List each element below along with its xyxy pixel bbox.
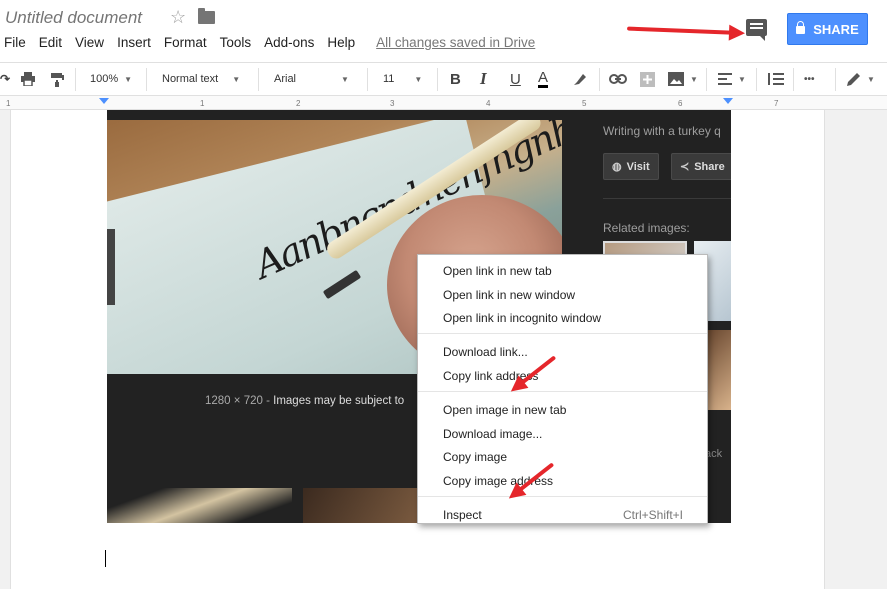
menu-download-link[interactable]: Download link... bbox=[443, 345, 528, 359]
link-icon[interactable] bbox=[609, 63, 627, 95]
text-color-label: A bbox=[538, 69, 549, 88]
bold-button[interactable]: B bbox=[450, 63, 461, 95]
ruler-number: 1 bbox=[200, 99, 205, 108]
menu-open-link-new-window[interactable]: Open link in new window bbox=[443, 288, 575, 302]
visit-label: Visit bbox=[626, 160, 650, 173]
menu-view[interactable]: View bbox=[75, 35, 104, 50]
share-icon: ≺ bbox=[680, 161, 690, 173]
right-indent-marker-icon[interactable] bbox=[723, 98, 733, 104]
panel-handle bbox=[107, 229, 115, 305]
print-icon[interactable] bbox=[20, 63, 36, 95]
bold-label: B bbox=[450, 70, 461, 88]
menu-open-link-incognito[interactable]: Open link in incognito window bbox=[443, 311, 601, 325]
caption-text: Images may be subject to bbox=[273, 395, 405, 407]
result-thumb bbox=[107, 488, 292, 523]
save-status[interactable]: All changes saved in Drive bbox=[376, 35, 535, 50]
google-docs-window: Untitled document ☆ File Edit View Inser… bbox=[0, 0, 887, 589]
caption-separator: - bbox=[266, 395, 270, 407]
zoom-select[interactable]: 100% ▼ bbox=[90, 63, 132, 95]
menu-open-image-new-tab[interactable]: Open image in new tab bbox=[443, 403, 566, 417]
inspect-shortcut: Ctrl+Shift+I bbox=[622, 508, 683, 522]
paint-format-icon[interactable] bbox=[50, 63, 64, 95]
italic-label: I bbox=[480, 69, 487, 88]
menu-inspect[interactable]: Inspect bbox=[443, 508, 482, 522]
ruler-number: 2 bbox=[296, 99, 301, 108]
menu-download-image[interactable]: Download image... bbox=[443, 427, 542, 441]
share-button-label: SHARE bbox=[813, 21, 859, 37]
context-menu: Open link in new tab Open link in new wi… bbox=[417, 254, 708, 524]
underline-label: U bbox=[510, 70, 521, 88]
related-images-label: Related images: bbox=[603, 221, 690, 235]
ruler-number: 6 bbox=[678, 99, 683, 108]
more-label: ••• bbox=[804, 73, 815, 85]
add-comment-icon[interactable] bbox=[640, 63, 655, 95]
ruler-number: 5 bbox=[582, 99, 587, 108]
menu-add-ons[interactable]: Add-ons bbox=[264, 35, 314, 50]
ruler-number: 3 bbox=[390, 99, 395, 108]
share-image-label: Share bbox=[694, 160, 725, 173]
comments-icon[interactable] bbox=[746, 19, 767, 41]
font-size-select[interactable]: 11 ▼ bbox=[383, 63, 422, 95]
image-size: 1280 × 720 bbox=[205, 395, 263, 407]
lock-icon bbox=[796, 21, 806, 34]
style-value: Normal text bbox=[162, 73, 219, 85]
font-value: Arial bbox=[274, 73, 297, 85]
ruler: 1 1 2 3 4 5 6 7 bbox=[0, 96, 887, 110]
folder-icon[interactable] bbox=[198, 8, 215, 24]
style-select[interactable]: Normal text ▼ bbox=[162, 63, 240, 95]
font-select[interactable]: Arial ▼ bbox=[274, 63, 349, 95]
ruler-number: 4 bbox=[486, 99, 491, 108]
text-color-button[interactable]: A bbox=[538, 63, 549, 95]
result-thumb bbox=[303, 488, 418, 523]
insert-image-icon[interactable]: ▼ bbox=[668, 63, 698, 95]
editing-mode-icon[interactable]: ▼ bbox=[846, 63, 875, 95]
menu-open-link-new-tab[interactable]: Open link in new tab bbox=[443, 264, 552, 278]
toolbar: ↷ 100% ▼ Normal text ▼ Arial ▼ 11 ▼ B I U A bbox=[0, 62, 887, 96]
image-caption: 1280 × 720 - Images may be subject to bbox=[205, 395, 404, 407]
menu-copy-image[interactable]: Copy image bbox=[443, 450, 507, 464]
align-icon[interactable]: ▼ bbox=[718, 63, 746, 95]
menu-bar: File Edit View Insert Format Tools Add-o… bbox=[4, 35, 535, 50]
menu-format[interactable]: Format bbox=[164, 35, 207, 50]
annotation-arrow-comments bbox=[627, 26, 740, 35]
menu-tools[interactable]: Tools bbox=[220, 35, 252, 50]
italic-button[interactable]: I bbox=[480, 63, 487, 95]
menu-help[interactable]: Help bbox=[327, 35, 355, 50]
redo-icon[interactable]: ↷ bbox=[0, 63, 10, 95]
document-title[interactable]: Untitled document bbox=[5, 8, 142, 28]
indent-marker-icon[interactable] bbox=[99, 98, 109, 104]
highlight-icon[interactable] bbox=[572, 63, 587, 95]
menu-insert[interactable]: Insert bbox=[117, 35, 151, 50]
star-icon[interactable]: ☆ bbox=[170, 7, 186, 28]
text-cursor bbox=[105, 550, 106, 567]
share-button[interactable]: SHARE bbox=[787, 13, 868, 45]
menu-file[interactable]: File bbox=[4, 35, 26, 50]
share-image-button: ≺ Share bbox=[671, 153, 731, 180]
globe-icon: ◍ bbox=[612, 161, 622, 173]
menu-edit[interactable]: Edit bbox=[39, 35, 62, 50]
ruler-number: 1 bbox=[6, 99, 11, 108]
more-options-icon[interactable]: ••• bbox=[804, 63, 815, 95]
visit-button: ◍ Visit bbox=[603, 153, 659, 180]
zoom-value: 100% bbox=[90, 73, 119, 85]
line-spacing-icon[interactable] bbox=[766, 63, 784, 95]
image-title: Writing with a turkey q bbox=[603, 124, 721, 138]
font-size-value: 11 bbox=[383, 73, 395, 85]
underline-button[interactable]: U bbox=[510, 63, 521, 95]
ruler-number: 7 bbox=[774, 99, 779, 108]
